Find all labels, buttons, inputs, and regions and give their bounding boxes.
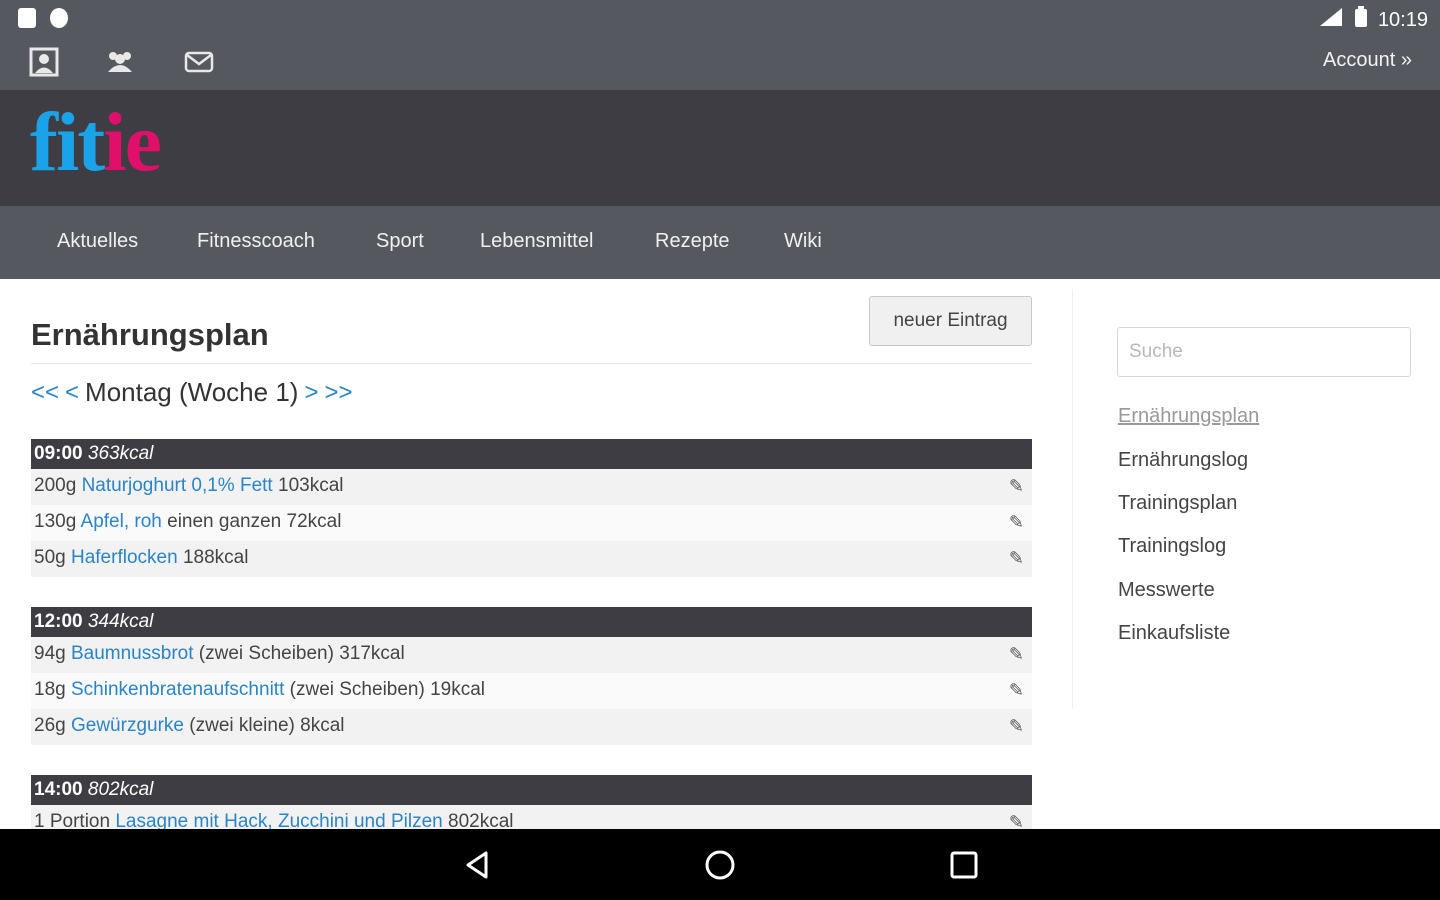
new-entry-button[interactable]: neuer Eintrag xyxy=(869,296,1032,346)
sidebar-link-ernaehrungslog[interactable]: Ernährungslog xyxy=(1118,449,1248,472)
meal-header: 12:00 344kcal xyxy=(31,607,1032,637)
edit-icon[interactable]: ✎ xyxy=(1009,541,1024,575)
meal-item: 130g Apfel, roh einen ganzen 72kcal ✎ xyxy=(31,505,1032,541)
sidebar-link-trainingslog[interactable]: Trainingslog xyxy=(1118,535,1226,558)
signal-icon xyxy=(1318,6,1344,34)
edit-icon[interactable]: ✎ xyxy=(1009,805,1024,829)
back-icon[interactable] xyxy=(460,847,496,883)
profile-icon[interactable] xyxy=(28,46,60,78)
meal-item: 50g Haferflocken 188kcal ✎ xyxy=(31,541,1032,577)
food-link[interactable]: Naturjoghurt 0,1% Fett xyxy=(82,475,273,496)
next-day-link[interactable]: > xyxy=(304,379,318,407)
home-icon[interactable] xyxy=(702,847,738,883)
meal-item: 26g Gewürzgurke (zwei kleine) 8kcal ✎ xyxy=(31,709,1032,745)
page-title: Ernährungsplan xyxy=(31,317,269,352)
mail-icon[interactable] xyxy=(183,46,215,78)
sidebar-link-messwerte[interactable]: Messwerte xyxy=(1118,579,1215,602)
group-icon[interactable] xyxy=(104,46,136,78)
food-link[interactable]: Lasagne mit Hack, Zucchini und Pilzen xyxy=(115,811,442,829)
brand-header: fitie xyxy=(0,90,1440,206)
day-navigation: << < Montag (Woche 1) > >> xyxy=(31,377,353,408)
food-link[interactable]: Schinkenbratenaufschnitt xyxy=(71,679,284,700)
edit-icon[interactable]: ✎ xyxy=(1009,505,1024,539)
edit-icon[interactable]: ✎ xyxy=(1009,637,1024,671)
nav-item-aktuelles[interactable]: Aktuelles xyxy=(57,230,138,253)
last-day-link[interactable]: >> xyxy=(324,379,352,407)
nav-item-fitnesscoach[interactable]: Fitnesscoach xyxy=(197,230,315,253)
sidebar-link-trainingsplan[interactable]: Trainingsplan xyxy=(1118,492,1237,515)
logo[interactable]: fitie xyxy=(30,94,162,191)
meal-item: 94g Baumnussbrot (zwei Scheiben) 317kcal… xyxy=(31,637,1032,673)
account-menu[interactable]: Account » xyxy=(1323,49,1412,72)
android-icon xyxy=(50,8,68,28)
search-input[interactable] xyxy=(1117,327,1411,377)
meal-item: 1 Portion Lasagne mit Hack, Zucchini und… xyxy=(31,805,1032,829)
food-link[interactable]: Haferflocken xyxy=(71,547,178,568)
notification-icons xyxy=(18,8,68,28)
system-indicators: 10:19 xyxy=(1318,6,1428,34)
meal-block: 09:00 363kcal 200g Naturjoghurt 0,1% Fet… xyxy=(31,439,1032,577)
android-nav-bar xyxy=(0,829,1440,900)
sidebar-link-ernaehrungsplan[interactable]: Ernährungsplan xyxy=(1118,405,1259,428)
edit-icon[interactable]: ✎ xyxy=(1009,709,1024,743)
edit-icon[interactable]: ✎ xyxy=(1009,673,1024,707)
divider xyxy=(31,363,1032,364)
clock: 10:19 xyxy=(1377,8,1428,31)
clipboard-icon xyxy=(18,8,36,28)
meal-item: 200g Naturjoghurt 0,1% Fett 103kcal ✎ xyxy=(31,469,1032,505)
sidebar-divider xyxy=(1072,289,1073,709)
edit-icon[interactable]: ✎ xyxy=(1009,469,1024,503)
food-link[interactable]: Gewürzgurke xyxy=(71,715,184,736)
nav-item-rezepte[interactable]: Rezepte xyxy=(655,230,730,253)
meal-block: 14:00 802kcal 1 Portion Lasagne mit Hack… xyxy=(31,775,1032,829)
nav-item-lebensmittel[interactable]: Lebensmittel xyxy=(480,230,593,253)
nav-item-wiki[interactable]: Wiki xyxy=(784,230,822,253)
meal-block: 12:00 344kcal 94g Baumnussbrot (zwei Sch… xyxy=(31,607,1032,745)
main-content: Ernährungsplan neuer Eintrag << < Montag… xyxy=(0,279,1440,829)
nav-item-sport[interactable]: Sport xyxy=(376,230,424,253)
battery-icon xyxy=(1354,6,1368,34)
food-link[interactable]: Baumnussbrot xyxy=(71,643,194,664)
recents-icon[interactable] xyxy=(946,847,982,883)
day-label: Montag (Woche 1) xyxy=(85,377,299,407)
status-bar: 10:19 xyxy=(0,0,1440,36)
meal-header: 09:00 363kcal xyxy=(31,439,1032,469)
main-nav: Aktuelles Fitnesscoach Sport Lebensmitte… xyxy=(0,206,1440,279)
sidebar-link-einkaufsliste[interactable]: Einkaufsliste xyxy=(1118,622,1230,645)
prev-day-link[interactable]: < xyxy=(65,379,79,407)
food-link[interactable]: Apfel, roh xyxy=(81,511,162,532)
meal-header: 14:00 802kcal xyxy=(31,775,1032,805)
meal-item: 18g Schinkenbratenaufschnitt (zwei Schei… xyxy=(31,673,1032,709)
top-toolbar: Account » xyxy=(0,36,1440,90)
first-day-link[interactable]: << xyxy=(31,379,59,407)
